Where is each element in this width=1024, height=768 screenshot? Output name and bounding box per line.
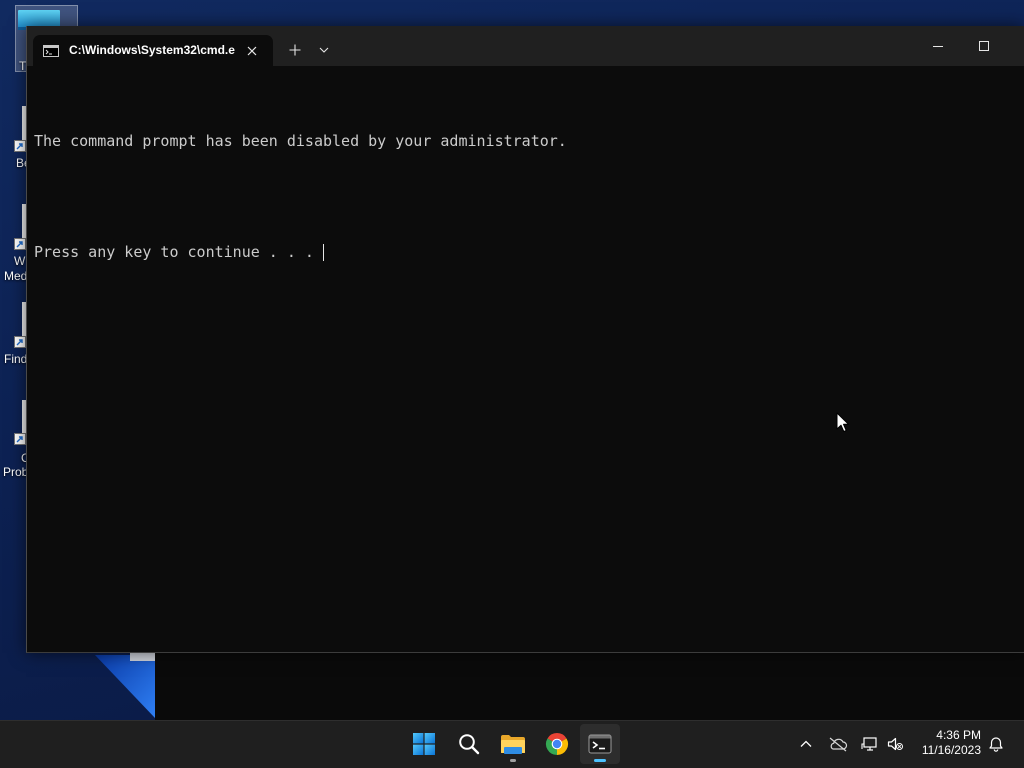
shortcut-arrow-icon — [14, 433, 26, 445]
tab-close-button[interactable] — [242, 41, 262, 61]
console-line: The command prompt has been disabled by … — [34, 132, 567, 150]
terminal-icon — [588, 734, 612, 754]
notification-bell-icon[interactable] — [988, 736, 1004, 752]
volume-muted-icon[interactable] — [887, 736, 903, 752]
running-indicator — [510, 759, 516, 762]
chevron-down-icon — [319, 47, 329, 53]
minimize-button[interactable] — [915, 26, 961, 66]
text-cursor — [322, 244, 324, 261]
screen: T Be W Med Find C Pr — [0, 0, 1024, 768]
clock-time: 4:36 PM — [936, 728, 981, 742]
background-window — [155, 653, 1024, 720]
shortcut-arrow-icon — [14, 336, 26, 348]
clock-date: 11/16/2023 — [921, 743, 981, 757]
search-button[interactable] — [449, 724, 489, 764]
taskbar[interactable]: 4:36 PM 11/16/2023 — [0, 720, 1024, 768]
terminal-button[interactable] — [580, 724, 620, 764]
terminal-window[interactable]: C:\Windows\System32\cmd.e The command pr… — [26, 26, 1024, 653]
new-tab-button[interactable] — [283, 38, 307, 62]
mouse-pointer-icon — [836, 412, 849, 432]
minimize-icon — [933, 46, 943, 47]
desktop-icon-label: Prob — [3, 465, 29, 479]
plus-icon — [289, 44, 301, 56]
close-icon — [247, 46, 257, 56]
cmd-icon — [43, 45, 59, 57]
shortcut-arrow-icon — [14, 238, 26, 250]
start-button[interactable] — [404, 724, 444, 764]
tab-dropdown-button[interactable] — [312, 38, 336, 62]
file-explorer-button[interactable] — [493, 724, 533, 764]
shortcut-arrow-icon — [14, 140, 26, 152]
search-icon — [459, 734, 480, 755]
console-output[interactable]: The command prompt has been disabled by … — [27, 66, 1024, 652]
tab-cmd[interactable]: C:\Windows\System32\cmd.e — [33, 35, 273, 66]
wallpaper-bloom — [95, 653, 155, 718]
desktop-icon-label: Med — [4, 269, 28, 283]
desktop-icon-label: Find — [4, 352, 28, 366]
desktop-icon-label: W — [14, 254, 26, 268]
onedrive-offline-icon[interactable] — [828, 736, 848, 752]
clock[interactable]: 4:36 PM 11/16/2023 — [922, 728, 981, 758]
active-indicator — [594, 759, 606, 762]
windows-start-icon — [413, 733, 435, 755]
chrome-button[interactable] — [537, 724, 577, 764]
network-icon[interactable] — [861, 736, 877, 752]
file-explorer-icon — [501, 734, 525, 754]
chrome-icon — [545, 732, 569, 755]
maximize-icon — [979, 41, 989, 51]
console-prompt-line: Press any key to continue . . . — [34, 243, 1024, 262]
chevron-up-icon[interactable] — [798, 736, 814, 752]
tab-title: C:\Windows\System32\cmd.e — [69, 43, 235, 57]
console-line: Press any key to continue . . . — [34, 243, 323, 261]
maximize-button[interactable] — [961, 26, 1007, 66]
